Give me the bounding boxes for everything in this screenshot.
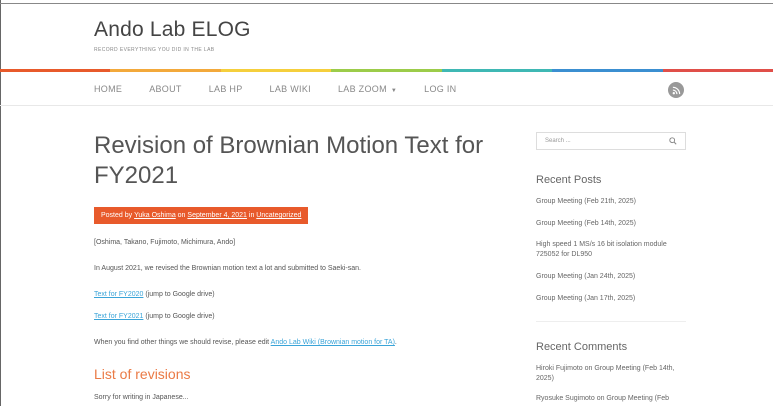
rss-icon[interactable] xyxy=(668,82,684,98)
fy2021-paragraph: Text for FY2021 (jump to Google drive) xyxy=(94,313,215,320)
nav-lab-zoom[interactable]: LAB ZOOM ▼ xyxy=(338,84,397,94)
nav-log-in[interactable]: LOG IN xyxy=(424,84,456,94)
post-title: Revision of Brownian Motion Text for FY2… xyxy=(94,132,484,189)
recent-post-item[interactable]: High speed 1 MS/s 16 bit isolation modul… xyxy=(536,240,686,260)
fy2020-note: (jump to Google drive) xyxy=(143,291,215,298)
nav-lab-hp[interactable]: LAB HP xyxy=(209,84,243,94)
recent-comment-item[interactable]: Ryosuke Sugimoto on Group Meeting (Feb xyxy=(536,394,686,404)
recent-comment-item[interactable]: Hiroki Fujimoto on Group Meeting (Feb 14… xyxy=(536,364,686,384)
recent-post-item[interactable]: Group Meeting (Jan 24th, 2025) xyxy=(536,272,686,282)
nav-lab-wiki[interactable]: LAB WIKI xyxy=(270,84,311,94)
stripe-segment xyxy=(331,69,442,72)
site-tagline: RECORD EVERYTHING YOU DID IN THE LAB xyxy=(94,47,215,53)
search-input[interactable]: Search ... xyxy=(536,132,686,150)
revise-suffix: . xyxy=(394,339,397,346)
top-border xyxy=(0,3,773,4)
recent-posts-title: Recent Posts xyxy=(536,174,602,186)
stripe-segment xyxy=(552,69,663,72)
stripe-segment xyxy=(110,69,221,72)
recent-post-item[interactable]: Group Meeting (Feb 21th, 2025) xyxy=(536,197,686,207)
meta-on: on xyxy=(175,212,188,219)
fy2021-link[interactable]: Text for FY2021 xyxy=(94,313,143,320)
category-link[interactable]: Uncategorized xyxy=(256,212,301,219)
meta-prefix: Posted by xyxy=(101,212,135,219)
intro-paragraph: In August 2021, we revised the Brownian … xyxy=(94,265,361,272)
nav-divider xyxy=(0,105,773,106)
authors-line: [Oshima, Takano, Fujimoto, Michimura, An… xyxy=(94,239,236,246)
site-title[interactable]: Ando Lab ELOG xyxy=(94,18,251,42)
sorry-paragraph: Sorry for writing in Japanese... xyxy=(94,394,189,401)
widget-divider xyxy=(536,321,686,322)
stripe-segment xyxy=(662,69,773,72)
search-placeholder: Search ... xyxy=(545,138,571,144)
wiki-link[interactable]: Ando Lab Wiki (Brownian motion for TA) xyxy=(271,339,395,346)
fy2021-note: (jump to Google drive) xyxy=(143,313,215,320)
stripe-segment xyxy=(220,69,332,72)
post-meta-bar: Posted by Yuka Oshima on September 4, 20… xyxy=(94,207,309,224)
nav-about[interactable]: ABOUT xyxy=(149,84,182,94)
main-nav: HOME ABOUT LAB HP LAB WIKI LAB ZOOM ▼ LOG… xyxy=(94,81,483,97)
window-edge xyxy=(0,0,1,406)
stripe-segment xyxy=(0,69,111,72)
nav-home[interactable]: HOME xyxy=(94,84,122,94)
color-stripe xyxy=(0,69,773,72)
recent-comments-title: Recent Comments xyxy=(536,341,628,353)
date-link[interactable]: September 4, 2021 xyxy=(187,212,247,219)
fy2020-paragraph: Text for FY2020 (jump to Google drive) xyxy=(94,291,215,298)
recent-post-item[interactable]: Group Meeting (Jan 17th, 2025) xyxy=(536,294,686,304)
recent-post-item[interactable]: Group Meeting (Feb 14th, 2025) xyxy=(536,219,686,229)
stripe-segment xyxy=(441,69,553,72)
author-link[interactable]: Yuka Oshima xyxy=(134,212,176,219)
revise-prefix: When you find other things we should rev… xyxy=(94,339,271,346)
revise-paragraph: When you find other things we should rev… xyxy=(94,339,397,346)
search-icon[interactable] xyxy=(669,137,677,147)
fy2020-link[interactable]: Text for FY2020 xyxy=(94,291,143,298)
meta-in: in xyxy=(246,212,257,219)
chevron-down-icon: ▼ xyxy=(390,88,398,94)
revisions-heading: List of revisions xyxy=(94,366,191,382)
nav-lab-zoom-label: LAB ZOOM xyxy=(337,84,387,94)
